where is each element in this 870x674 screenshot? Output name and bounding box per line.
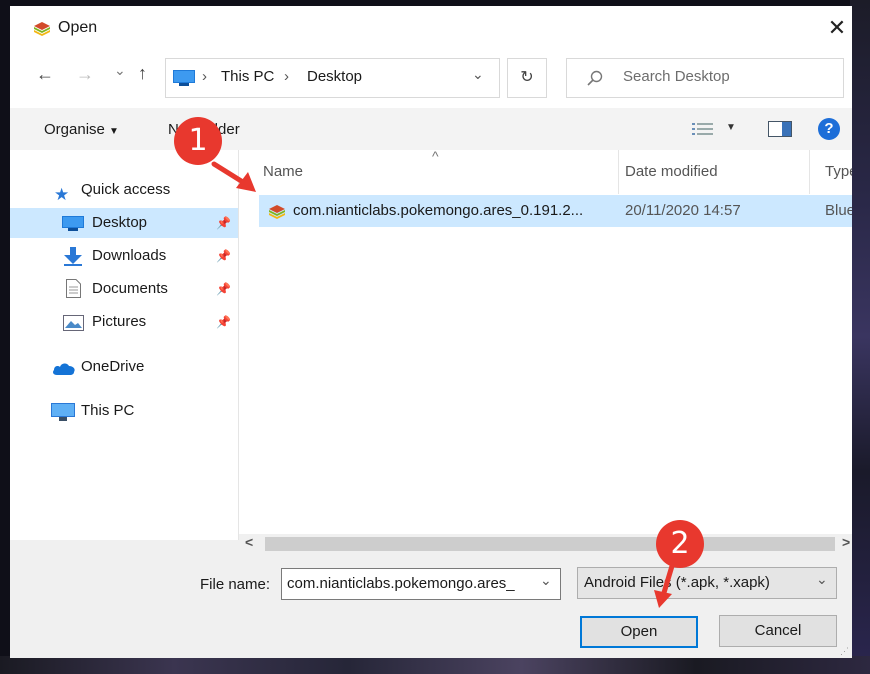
annotation-arrows — [211, 161, 675, 608]
annotation-arrow-2 — [660, 563, 675, 599]
annotation-arrowhead-2 — [654, 590, 672, 608]
annotation-arrow-1 — [211, 161, 249, 187]
step-1-badge: 1 — [174, 117, 222, 165]
step-2-badge: 2 — [656, 520, 704, 568]
